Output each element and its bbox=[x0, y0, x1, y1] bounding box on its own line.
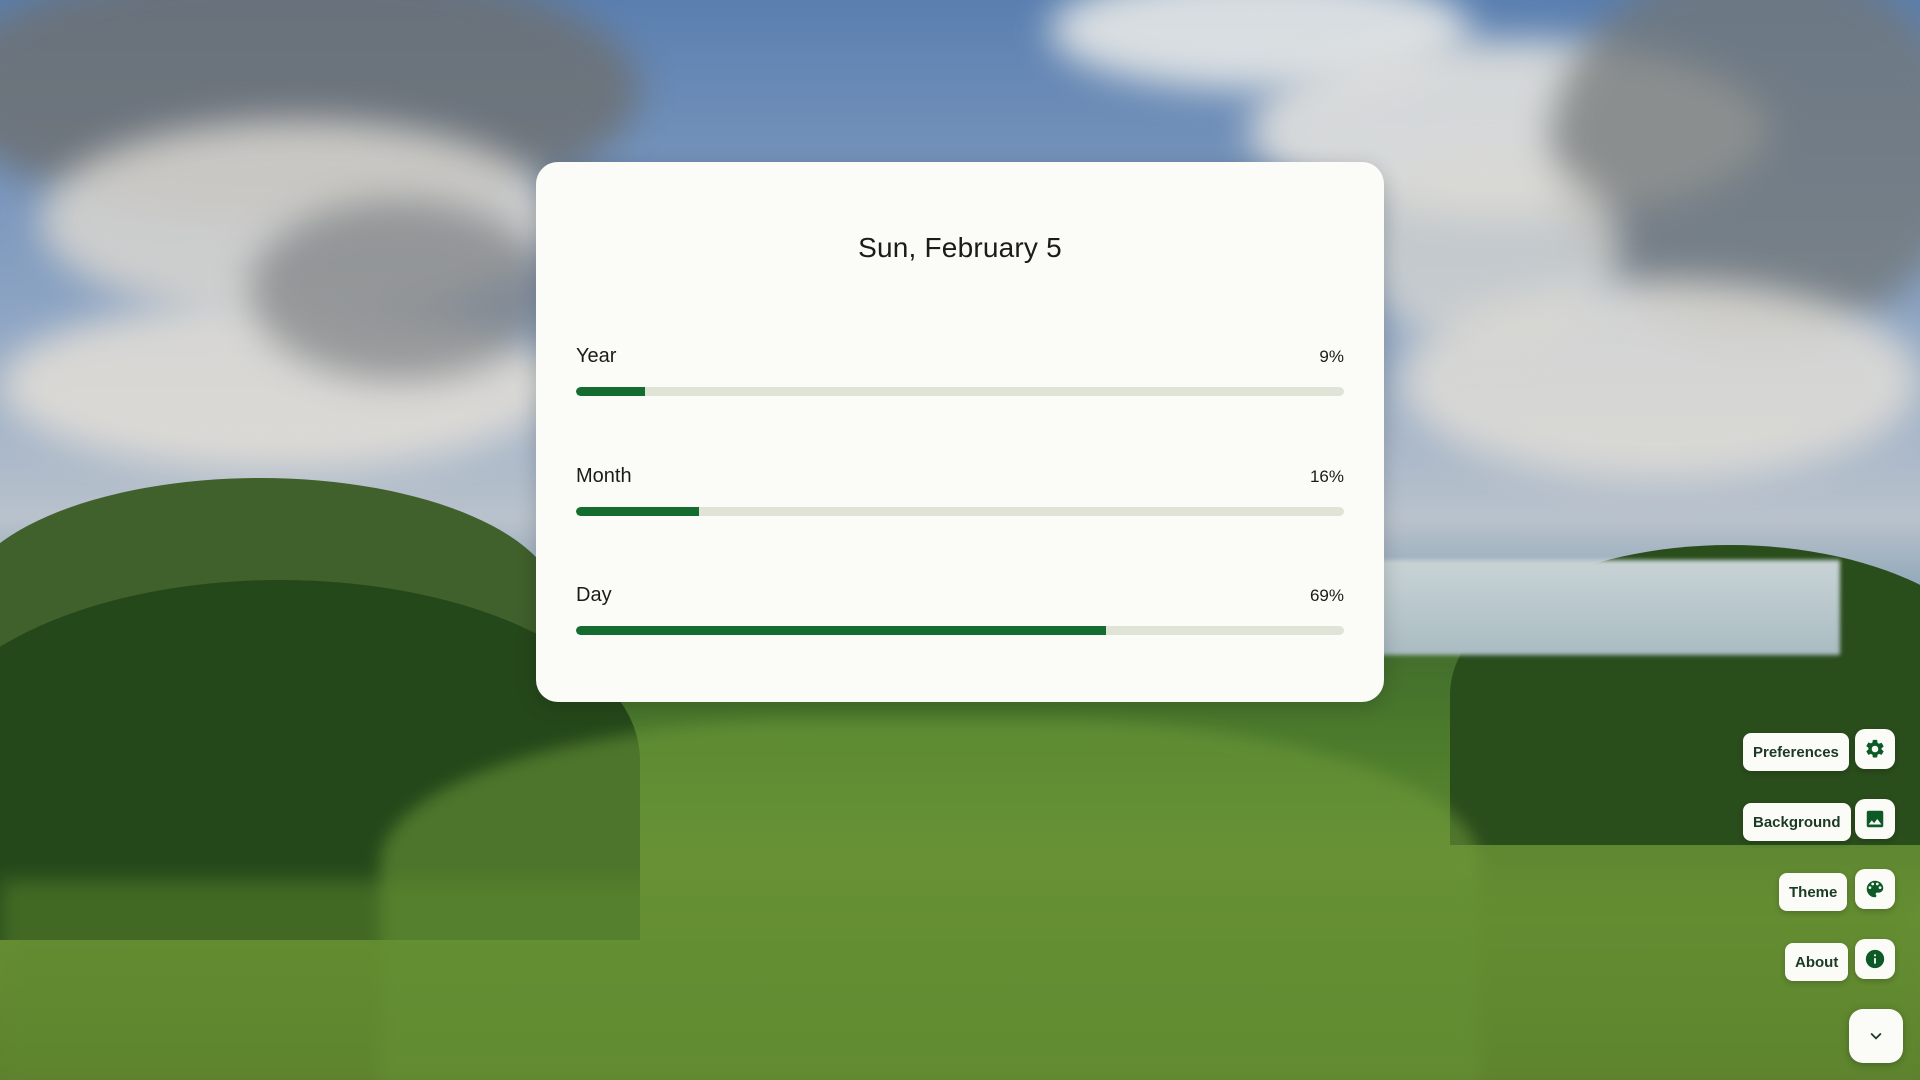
progress-percent: 16% bbox=[1309, 467, 1344, 486]
preferences-button-label[interactable]: Preferences bbox=[1743, 733, 1849, 771]
progress-label: Month bbox=[576, 465, 632, 487]
background-button[interactable] bbox=[1855, 799, 1895, 839]
progress-fill bbox=[576, 626, 1106, 635]
progress-fill bbox=[576, 387, 646, 396]
progress-fill bbox=[576, 507, 699, 516]
progress-track bbox=[576, 387, 1344, 396]
chevron-down-icon bbox=[1870, 1032, 1882, 1040]
preferences-button[interactable] bbox=[1855, 729, 1895, 769]
progress-track bbox=[576, 507, 1344, 516]
date-heading: Sun, February 5 bbox=[858, 232, 1062, 263]
theme-button-label[interactable]: Theme bbox=[1779, 873, 1848, 911]
palette-icon bbox=[1866, 880, 1884, 898]
progress-track bbox=[576, 626, 1344, 635]
gear-icon bbox=[1866, 739, 1884, 758]
about-button[interactable] bbox=[1855, 939, 1895, 979]
collapse-menu-button[interactable] bbox=[1849, 1009, 1903, 1063]
background-button-label[interactable]: Background bbox=[1743, 803, 1851, 841]
progress-percent: 9% bbox=[1319, 347, 1344, 366]
progress-percent: 69% bbox=[1309, 586, 1344, 605]
progress-label: Day bbox=[576, 584, 612, 606]
progress-card: Sun, February 5 Year 9% Month 16% Day 69… bbox=[536, 162, 1384, 702]
info-icon bbox=[1865, 949, 1885, 969]
theme-button[interactable] bbox=[1855, 869, 1895, 909]
about-button-label[interactable]: About bbox=[1785, 943, 1849, 981]
progress-label: Year bbox=[576, 345, 617, 367]
image-icon bbox=[1866, 810, 1884, 828]
